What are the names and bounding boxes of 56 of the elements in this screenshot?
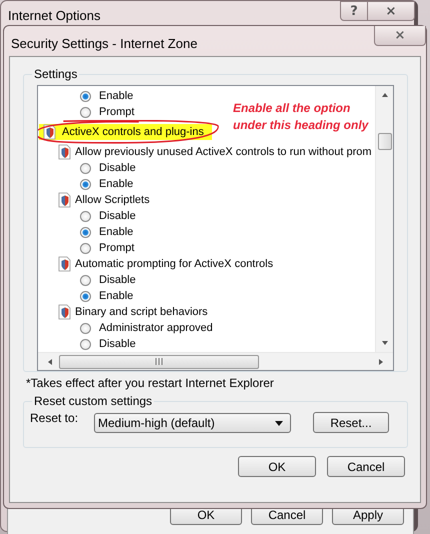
option-label: Administrator approved (99, 322, 213, 334)
radio-button[interactable] (80, 106, 91, 118)
group-label: Reset custom settings (33, 394, 154, 408)
category-label: ActiveX controls and plug-ins (62, 126, 204, 138)
scroll-thumb[interactable] (59, 354, 259, 368)
setting-label: Binary and script behaviors (75, 306, 208, 318)
vertical-scrollbar[interactable] (375, 86, 393, 352)
shield-document-icon (58, 144, 71, 160)
scroll-left-icon[interactable] (46, 358, 54, 366)
option-label: Disable (99, 338, 136, 350)
option-label: Disable (99, 162, 136, 174)
close-button[interactable]: × (374, 26, 426, 46)
help-button[interactable]: ? (340, 1, 368, 21)
reset-level-dropdown[interactable]: Medium-high (default) (94, 413, 291, 433)
option-label: Enable (99, 290, 134, 302)
dialog-button[interactable]: OK (238, 456, 316, 477)
radio-button[interactable] (80, 162, 91, 174)
caret-icon (275, 420, 283, 426)
group-label: Settings (33, 67, 78, 81)
radio-button[interactable] (80, 242, 91, 254)
radio-button[interactable] (80, 322, 91, 334)
shield-document-icon (58, 192, 71, 208)
radio-button[interactable] (80, 274, 91, 286)
radio-button[interactable] (80, 226, 91, 238)
annotation-text: Enable all the option under this heading only (233, 100, 370, 134)
scroll-thumb[interactable] (378, 133, 392, 150)
horizontal-scrollbar[interactable] (38, 352, 393, 370)
restart-note: *Takes effect after you restart Internet Explorer (25, 375, 275, 392)
dialog-title: Security Settings - Internet Zone (10, 35, 198, 53)
option-label: Prompt (99, 242, 134, 254)
shield-document-icon (58, 256, 71, 272)
radio-button[interactable] (80, 210, 91, 222)
reset-to-label: Reset to: (30, 410, 80, 425)
option-label: Enable (99, 178, 134, 190)
setting-label: Allow Scriptlets (75, 194, 150, 206)
shield-document-icon (58, 304, 71, 320)
radio-button[interactable] (80, 290, 91, 302)
grip-icon (155, 358, 163, 365)
option-label: Disable (99, 274, 136, 286)
radio-button[interactable] (80, 178, 91, 190)
scroll-down-icon[interactable] (380, 339, 388, 347)
dialog-button[interactable]: Cancel (327, 456, 405, 477)
scroll-up-icon[interactable] (380, 91, 388, 99)
scroll-right-icon[interactable] (377, 358, 385, 366)
window-title: Internet Options (8, 8, 100, 23)
shield-document-icon (43, 124, 56, 140)
close-button[interactable]: × (368, 1, 415, 21)
setting-label: Automatic prompting for ActiveX controls (75, 258, 274, 270)
option-label: Enable (99, 90, 134, 102)
radio-button[interactable] (80, 338, 91, 350)
reset-button[interactable]: Reset... (313, 412, 389, 433)
setting-label: Allow previously unused ActiveX controls to run without prom (75, 146, 372, 158)
option-label: Disable (99, 210, 136, 222)
option-label: Enable (99, 226, 134, 238)
option-label: Prompt (99, 106, 134, 118)
radio-button[interactable] (80, 90, 91, 102)
